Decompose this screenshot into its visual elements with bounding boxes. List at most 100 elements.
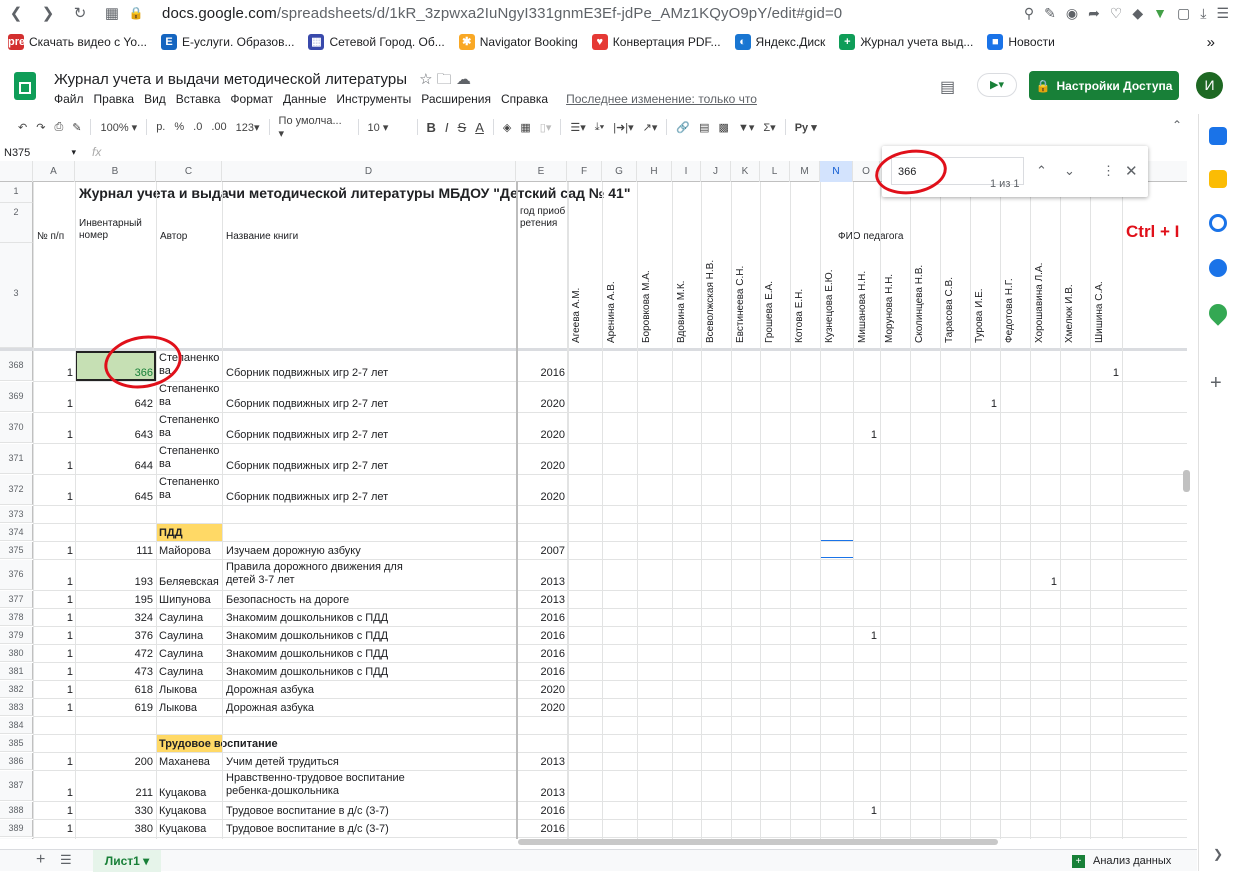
menu-item[interactable]: Вставка (176, 92, 221, 106)
cell-book-title[interactable]: Знакомим дошкольников с ПДД (226, 648, 388, 660)
cell-author[interactable]: Майорова (159, 545, 211, 557)
tasks-icon[interactable] (1209, 214, 1227, 232)
cell-year[interactable]: 2013 (516, 787, 565, 799)
cell-num[interactable]: 1 (33, 684, 73, 696)
cell-book-title[interactable]: Сборник подвижных игр 2-7 лет (226, 460, 388, 472)
cell-inventory[interactable]: 644 (75, 460, 153, 472)
valign-icon[interactable]: ⤓▾ (595, 121, 604, 134)
cell-author[interactable]: Лыкова (159, 684, 197, 696)
row-header[interactable]: 382 (0, 681, 33, 698)
cell-num[interactable]: 1 (33, 367, 73, 379)
row-header[interactable]: 376 (0, 560, 33, 590)
row-header[interactable]: 3 (0, 243, 33, 348)
cell-year[interactable]: 2020 (516, 460, 565, 472)
cell-mark[interactable]: 1 (1090, 367, 1119, 379)
cell-year[interactable]: 2016 (516, 367, 565, 379)
font-size-select[interactable]: 10 ▾ (368, 121, 408, 134)
cell-inventory[interactable]: 195 (75, 594, 153, 606)
bookmark-item[interactable]: ♥ Конвертация PDF... (591, 34, 721, 50)
menu-item[interactable]: Правка (94, 92, 135, 106)
cell-mark[interactable]: 1 (853, 630, 877, 642)
borders-icon[interactable]: ▦ (520, 121, 530, 134)
row-header[interactable]: 371 (0, 444, 33, 474)
forward-icon[interactable]: ❯ (32, 4, 64, 22)
cell-mark[interactable]: 1 (853, 805, 877, 817)
formula-input[interactable] (115, 143, 875, 160)
vertical-scrollbar[interactable] (1183, 470, 1190, 492)
move-icon[interactable]: 🗀 (437, 71, 452, 88)
cell-inventory[interactable]: 472 (75, 648, 153, 660)
functions-icon[interactable]: Σ▾ (763, 121, 775, 134)
bookmark-item[interactable]: ■ Новости (987, 34, 1055, 50)
number-format-select[interactable]: 123▾ (236, 121, 260, 134)
cell-book-title[interactable]: Учим детей трудиться (226, 756, 339, 768)
cell-num[interactable]: 1 (33, 594, 73, 606)
cell-num[interactable]: 1 (33, 805, 73, 817)
cell-author[interactable]: Степаненко ва (159, 445, 223, 471)
edit-icon[interactable]: ✎ (1044, 5, 1056, 22)
cell-inventory[interactable]: 211 (75, 787, 153, 799)
doc-title[interactable]: Журнал учета и выдачи методической литер… (54, 69, 471, 94)
cell-inventory[interactable]: 619 (75, 702, 153, 714)
cell-author[interactable]: Куцакова (159, 787, 206, 799)
row-header[interactable]: 384 (0, 717, 33, 734)
bookmark-item[interactable]: pre Скачать видео с Yo... (8, 34, 147, 50)
cell-inventory[interactable]: 193 (75, 576, 153, 588)
row-header[interactable]: 389 (0, 820, 33, 837)
cell-num[interactable]: 1 (33, 648, 73, 660)
currency-button[interactable]: р. (156, 121, 165, 133)
row-header[interactable]: 388 (0, 802, 33, 819)
cell-author[interactable]: Маханева (159, 756, 210, 768)
bold-icon[interactable]: B (427, 120, 436, 135)
cell-book-title[interactable]: Трудовое воспитание в д/с (3-7) (226, 823, 389, 835)
column-header[interactable]: J (701, 161, 731, 182)
find-next-icon[interactable]: ⌄ (1064, 163, 1075, 179)
cell-inventory[interactable]: 618 (75, 684, 153, 696)
cell-year[interactable]: 2007 (516, 545, 565, 557)
keep-icon[interactable] (1209, 170, 1227, 188)
tab-sheet1[interactable]: Лист1 ▾ (93, 850, 161, 872)
find-prev-icon[interactable]: ⌃ (1036, 163, 1047, 179)
calendar-icon[interactable] (1209, 127, 1227, 145)
cell-book-title[interactable]: Знакомим дошкольников с ПДД (226, 666, 388, 678)
menu-item[interactable]: Данные (283, 92, 326, 106)
star-icon[interactable]: ☆ (419, 71, 432, 88)
cell-year[interactable]: 2016 (516, 666, 565, 678)
cell-author[interactable]: Степаненко ва (159, 414, 223, 440)
strikethrough-icon[interactable]: S (458, 120, 467, 135)
cell-year[interactable]: 2020 (516, 429, 565, 441)
cell-author[interactable]: Саулина (159, 630, 203, 642)
row-header[interactable]: 381 (0, 663, 33, 680)
cell-mark[interactable]: 1 (970, 398, 997, 410)
share-icon[interactable]: ➦ (1088, 5, 1100, 22)
layers-icon[interactable]: ◆ (1132, 5, 1143, 22)
italic-icon[interactable]: I (445, 120, 449, 135)
cell-author[interactable]: Саулина (159, 666, 203, 678)
cell-inventory[interactable]: 324 (75, 612, 153, 624)
menu-item[interactable]: Вид (144, 92, 166, 106)
bookmark-item[interactable]: + Журнал учета выд... (839, 34, 973, 50)
filter-icon[interactable]: ▼▾ (738, 121, 754, 134)
expand-icon[interactable]: ❯ (1213, 847, 1223, 861)
all-sheets-icon[interactable]: ☰ (60, 852, 72, 868)
column-header[interactable]: C (156, 161, 222, 182)
fill-color-icon[interactable]: ◈ (503, 121, 511, 134)
grid[interactable]: 1 Журнал учета и выдачи методической лите… (0, 182, 1187, 839)
row-header[interactable]: 372 (0, 475, 33, 505)
cell-book-title[interactable]: Сборник подвижных игр 2-7 лет (226, 429, 388, 441)
cell-year[interactable]: 2016 (516, 648, 565, 660)
link-icon[interactable]: 🔗 (676, 121, 690, 134)
menu-item[interactable]: Формат (230, 92, 273, 106)
row-header[interactable]: 369 (0, 382, 33, 412)
menu-item[interactable]: Расширения (421, 92, 491, 106)
cell-mark[interactable]: 1 (1030, 576, 1057, 588)
maps-icon[interactable] (1205, 300, 1231, 326)
decrease-decimal-button[interactable]: .0 (193, 121, 202, 133)
name-box[interactable]: N375 ▾ (4, 147, 76, 159)
cell-author[interactable]: Трудовое воспитание (159, 738, 278, 750)
more-bookmarks-icon[interactable]: » (1207, 34, 1215, 51)
column-header[interactable]: B (75, 161, 156, 182)
cell-year[interactable]: 2016 (516, 805, 565, 817)
row-header[interactable]: 380 (0, 645, 33, 662)
cell-year[interactable]: 2013 (516, 594, 565, 606)
